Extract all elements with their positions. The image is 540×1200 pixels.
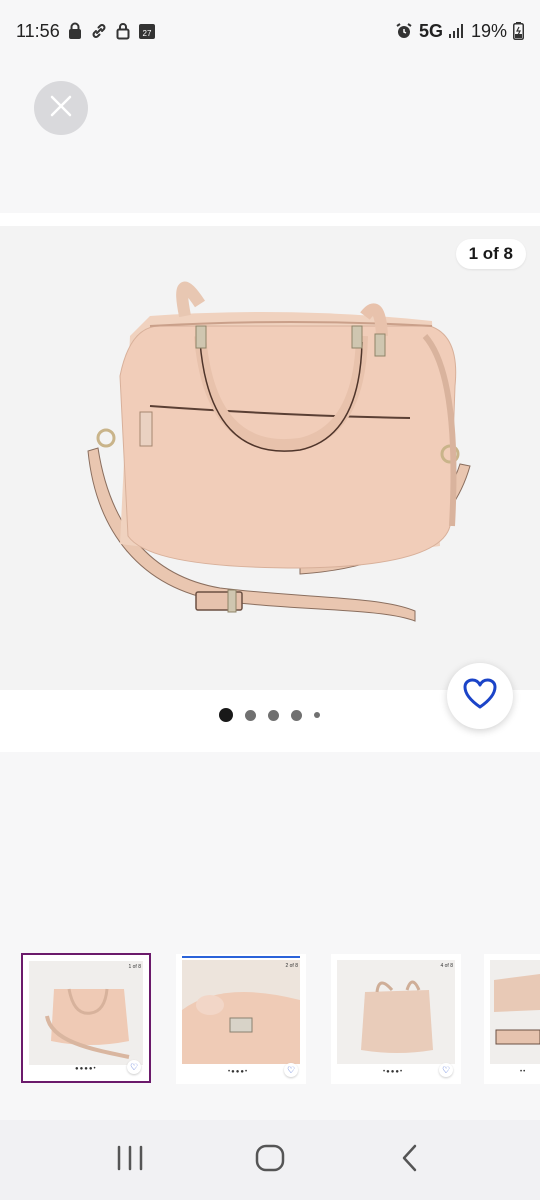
thumbnail-strip[interactable]: 1 of 8 ●●●●• ♡ 2 of 8 •●●●• ♡ 4 of 8 •●●… bbox=[0, 952, 540, 1090]
page-dot[interactable] bbox=[245, 709, 256, 721]
recent-apps-button[interactable] bbox=[100, 1130, 160, 1190]
heart-icon: ♡ bbox=[127, 1060, 141, 1074]
page-dot[interactable] bbox=[219, 708, 233, 722]
heart-icon: ♡ bbox=[284, 1063, 298, 1077]
page-dot[interactable] bbox=[268, 709, 279, 721]
handbag-image bbox=[87, 281, 471, 622]
close-icon bbox=[49, 94, 73, 123]
thumbnail-dots: •●●●• bbox=[228, 1069, 249, 1075]
home-button[interactable] bbox=[240, 1130, 300, 1190]
thumbnail-4[interactable]: •• bbox=[484, 954, 540, 1084]
battery-percent: 19% bbox=[470, 20, 507, 41]
thumbnail-dots: ●●●●• bbox=[75, 1066, 97, 1072]
thumbnail-dots: •●●●• bbox=[383, 1069, 404, 1075]
favorite-button[interactable] bbox=[447, 663, 513, 729]
image-counter: 1 of 8 bbox=[455, 239, 526, 269]
thumbnail-1[interactable]: 1 of 8 ●●●●• ♡ bbox=[21, 953, 151, 1083]
thumbnail-counter: 1 of 8 bbox=[128, 964, 141, 970]
status-bar: 11:56 27 5G 19% bbox=[0, 0, 540, 62]
pagination-dots bbox=[219, 708, 320, 722]
lock-icon bbox=[116, 22, 130, 40]
heart-icon bbox=[463, 678, 497, 715]
privacy-lock-icon bbox=[68, 22, 82, 40]
thumbnail-3[interactable]: 4 of 8 •●●●• ♡ bbox=[331, 954, 461, 1084]
calendar-icon: 27 bbox=[138, 22, 156, 40]
battery-icon bbox=[513, 22, 524, 40]
signal-icon bbox=[448, 24, 465, 38]
network-type: 5G bbox=[418, 20, 443, 41]
thumbnail-counter: 4 of 8 bbox=[440, 963, 453, 969]
thumbnail-image bbox=[182, 960, 300, 1064]
home-icon bbox=[255, 1144, 285, 1177]
image-gallery[interactable] bbox=[0, 226, 540, 690]
gallery-top-strip bbox=[0, 213, 540, 226]
recent-apps-icon bbox=[115, 1145, 145, 1176]
thumbnail-image bbox=[337, 960, 455, 1064]
back-icon bbox=[400, 1144, 420, 1177]
thumbnail-counter: 2 of 8 bbox=[285, 963, 298, 969]
alarm-icon bbox=[395, 22, 413, 40]
thumbnail-image bbox=[490, 960, 540, 1064]
close-button[interactable] bbox=[34, 81, 88, 135]
back-button[interactable] bbox=[380, 1130, 440, 1190]
system-nav-bar bbox=[0, 1120, 540, 1200]
heart-icon: ♡ bbox=[439, 1063, 453, 1077]
thumbnail-dots: •• bbox=[520, 1069, 527, 1075]
thumbnail-image bbox=[29, 961, 143, 1065]
page-dot[interactable] bbox=[314, 712, 320, 718]
thumbnail-progress bbox=[182, 956, 300, 958]
thumbnail-2[interactable]: 2 of 8 •●●●• ♡ bbox=[176, 954, 306, 1084]
clock: 11:56 bbox=[16, 20, 60, 41]
calendar-day: 27 bbox=[142, 29, 151, 38]
link-icon bbox=[90, 22, 108, 40]
page-dot[interactable] bbox=[291, 709, 302, 721]
